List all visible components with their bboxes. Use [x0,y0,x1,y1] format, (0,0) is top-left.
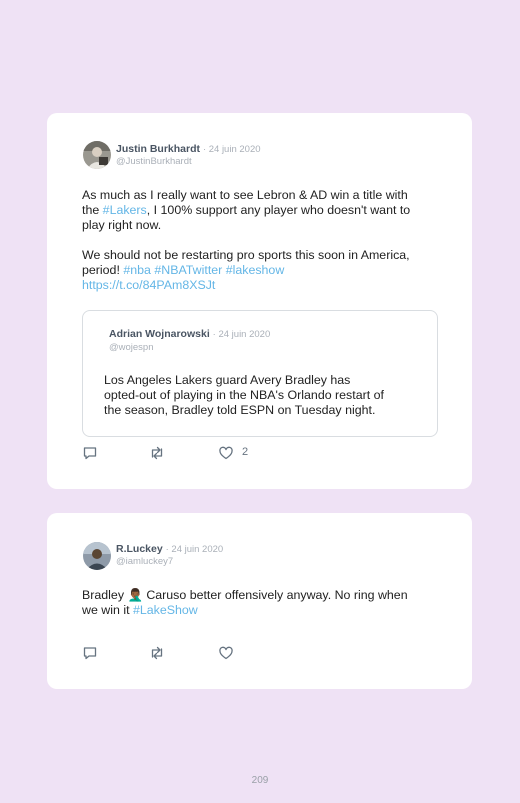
tweet-text-segment: we win it [82,603,133,617]
tweet-line: period! #nba #NBATwitter #lakeshow [82,263,442,278]
like-count: 2 [242,446,249,458]
tweet-text-segment: period! [82,263,124,277]
tweet-line: we win it #LakeShow [82,603,442,618]
author-name[interactable]: R.Luckey [116,543,163,555]
quoted-author-line: Adrian Wojnarowski · 24 juin 2020 [109,328,270,340]
tweet-line: Bradley 🤦🏾‍♂️ Caruso better offensively … [82,588,408,602]
tweet-card: R.Luckey · 24 juin 2020 @iamluckey7 Brad… [47,513,472,689]
heart-icon[interactable] [218,645,234,661]
avatar[interactable] [83,141,111,169]
quoted-tweet-body: Los Angeles Lakers guard Avery Bradley h… [104,373,434,418]
quoted-tweet[interactable]: Adrian Wojnarowski · 24 juin 2020 @wojes… [82,310,438,437]
tweet-url-link[interactable]: https://t.co/84PAm8XSJt [82,278,442,293]
tweet-text-segment: , I 100% support any player who doesn't … [146,203,411,217]
tweet-line: the season, Bradley told ESPN on Tuesday… [104,403,376,417]
page-number: 209 [251,775,269,786]
tweet-line: We should not be restarting pro sports t… [82,248,410,262]
tweet-date[interactable]: · 24 juin 2020 [166,544,224,555]
tweet-card: Justin Burkhardt · 24 juin 2020 @JustinB… [47,113,472,489]
hashtag-links[interactable]: #nba #NBATwitter #lakeshow [123,263,284,277]
hashtag-link[interactable]: #Lakers [103,203,147,217]
tweet-body: As much as I really want to see Lebron &… [82,188,442,293]
hashtag-link[interactable]: #LakeShow [133,603,198,617]
author-line: Justin Burkhardt · 24 juin 2020 [116,143,261,155]
retweet-icon[interactable] [149,445,165,461]
author-name[interactable]: Justin Burkhardt [116,143,200,155]
tweet-body: Bradley 🤦🏾‍♂️ Caruso better offensively … [82,588,442,618]
heart-icon[interactable] [218,445,234,461]
retweet-icon[interactable] [149,645,165,661]
tweet-line: As much as I really want to see Lebron &… [82,188,408,202]
quoted-tweet-date[interactable]: · 24 juin 2020 [213,329,271,340]
tweet-line: play right now. [82,218,162,232]
reply-icon[interactable] [82,645,98,661]
tweet-line: opted-out of playing in the NBA's Orland… [104,388,384,402]
author-line: R.Luckey · 24 juin 2020 [116,543,223,555]
avatar[interactable] [83,542,111,570]
quoted-author-handle[interactable]: @wojespn [109,342,154,353]
tweet-line: the #Lakers, I 100% support any player w… [82,203,442,218]
author-handle[interactable]: @iamluckey7 [116,556,173,567]
reply-icon[interactable] [82,445,98,461]
tweet-date[interactable]: · 24 juin 2020 [203,144,261,155]
author-handle[interactable]: @JustinBurkhardt [116,156,192,167]
quoted-author-name[interactable]: Adrian Wojnarowski [109,328,210,340]
tweet-line: Los Angeles Lakers guard Avery Bradley h… [104,373,351,387]
tweet-text-segment: the [82,203,103,217]
